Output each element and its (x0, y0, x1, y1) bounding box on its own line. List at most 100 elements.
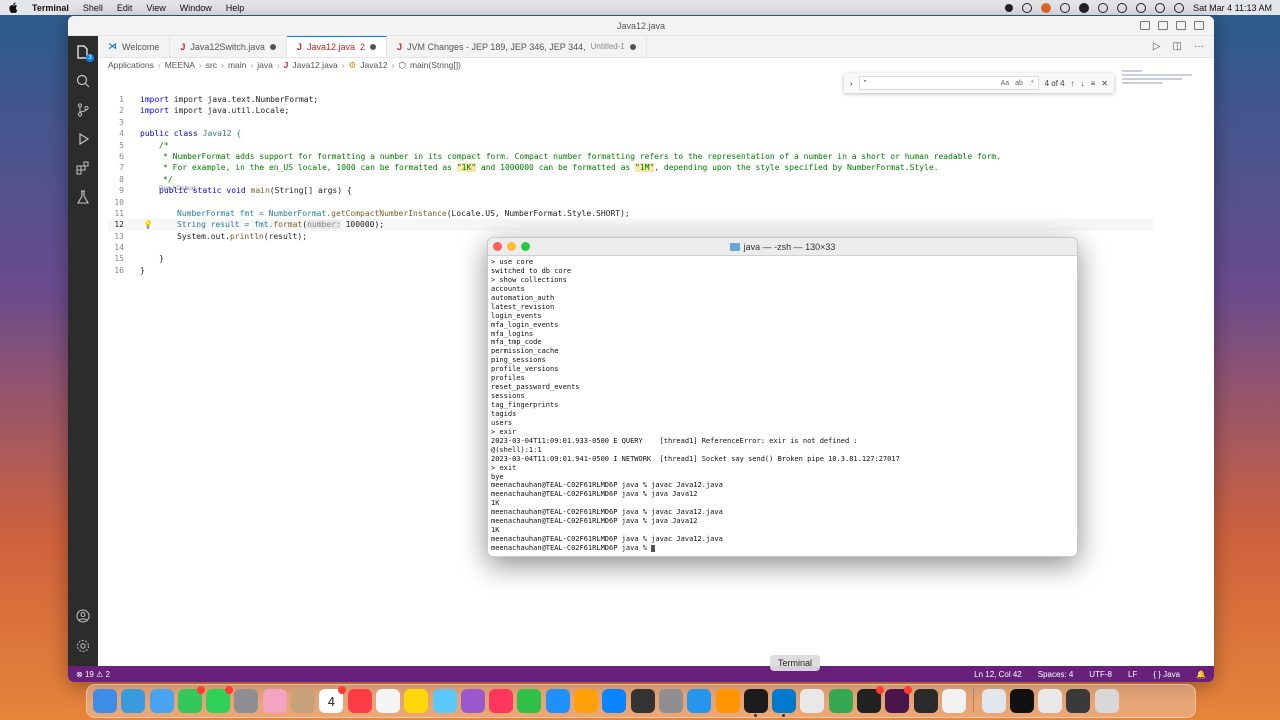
finder-icon[interactable] (93, 689, 117, 713)
menu-shell[interactable]: Shell (83, 3, 103, 13)
chrome-icon[interactable] (828, 689, 853, 713)
breadcrumb-item[interactable]: src (206, 60, 217, 70)
more-actions-icon[interactable]: ··· (1194, 41, 1204, 52)
encoding-status[interactable]: UTF-8 (1089, 670, 1112, 679)
status-app-icon[interactable] (1079, 2, 1090, 13)
pages-icon[interactable] (574, 689, 599, 713)
tab-java12[interactable]: J Java12.java 2 (286, 36, 387, 57)
terminal-window[interactable]: java — -zsh — 130×33 > use core switched … (487, 237, 1078, 557)
photos-icon[interactable] (262, 689, 287, 713)
breadcrumb-item[interactable]: Applications (108, 60, 154, 70)
monitor-icon[interactable] (913, 689, 938, 713)
indentation-status[interactable]: Spaces: 4 (1038, 670, 1074, 679)
breadcrumb-item[interactable]: java (257, 60, 273, 70)
tab-java12switch[interactable]: J Java12Switch.java (170, 36, 287, 57)
close-window-button[interactable] (493, 242, 502, 251)
contacts-icon[interactable] (291, 689, 316, 713)
notifications-bell-icon[interactable]: 🔔 (1196, 670, 1206, 679)
messages-icon[interactable] (206, 686, 234, 713)
toggle-sidebar-icon[interactable] (1140, 21, 1150, 30)
run-java-icon[interactable]: ▷ (1153, 41, 1161, 52)
cloud-app-icon[interactable] (1041, 2, 1052, 13)
find-input-value[interactable]: " (864, 79, 995, 88)
quicktime-icon[interactable] (630, 689, 655, 713)
window-thumb-1-icon[interactable] (1009, 689, 1034, 713)
home-icon[interactable] (715, 689, 740, 713)
menubar-clock[interactable]: Sat Mar 4 11:13 AM (1193, 3, 1272, 13)
vpn-icon[interactable] (1022, 2, 1033, 13)
launchpad-icon[interactable] (234, 689, 259, 713)
facetime-icon[interactable] (177, 686, 205, 713)
breadcrumb-item[interactable]: MEENA (165, 60, 195, 70)
accounts-icon[interactable] (75, 608, 91, 624)
previous-match-icon[interactable]: ↑ (1071, 79, 1075, 88)
breadcrumb-item[interactable]: Java12.java (292, 60, 337, 70)
intellij-icon[interactable] (857, 686, 885, 713)
news-icon[interactable] (489, 689, 514, 713)
app-store-icon[interactable] (602, 689, 627, 713)
freeform-icon[interactable] (432, 689, 457, 713)
source-control-icon[interactable] (75, 102, 91, 118)
system-settings-icon[interactable] (658, 689, 683, 713)
tab-jvm-changes[interactable]: J JVM Changes - JEP 189, JEP 346, JEP 34… (387, 36, 647, 57)
find-in-selection-icon[interactable]: ≡ (1091, 79, 1096, 88)
numbers-icon[interactable] (517, 689, 542, 713)
close-find-icon[interactable]: ✕ (1101, 79, 1108, 88)
breadcrumb-item[interactable]: main(String[]) (410, 60, 461, 70)
cursor-position[interactable]: Ln 12, Col 42 (974, 670, 1022, 679)
window-thumb-3-icon[interactable] (1066, 689, 1091, 713)
screen-record-icon[interactable] (1005, 3, 1014, 12)
unsaved-dot-icon[interactable] (370, 44, 376, 50)
terminal-output[interactable]: > use core switched to db core > show coll… (488, 256, 1077, 555)
keynote-icon[interactable] (545, 689, 570, 713)
textedit-icon[interactable] (941, 689, 966, 713)
calendar-icon[interactable]: 4 (319, 686, 347, 713)
documents-folder-icon[interactable] (981, 689, 1006, 713)
run-debug-icon[interactable] (75, 131, 91, 147)
match-case-icon[interactable]: Aa (1001, 80, 1010, 87)
explorer-icon[interactable]: 3 (75, 44, 94, 62)
tab-welcome[interactable]: ⋊ Welcome (98, 36, 171, 57)
unsaved-dot-icon[interactable] (629, 43, 636, 50)
apple-icon[interactable] (8, 2, 18, 13)
manage-gear-icon[interactable] (75, 638, 91, 654)
trash-icon[interactable] (1094, 689, 1119, 713)
mail-icon[interactable] (149, 689, 174, 713)
terminal-prompt-line[interactable]: meenachauhan@TEAL-C02F61RLMD6P java % (491, 544, 1074, 553)
window-thumb-2-icon[interactable] (1038, 689, 1063, 713)
breadcrumb-item[interactable]: main (228, 60, 246, 70)
match-whole-word-icon[interactable]: ab (1015, 80, 1023, 87)
toggle-replace-chevron-icon[interactable]: › (850, 79, 853, 88)
vscode-icon[interactable] (772, 689, 797, 717)
toggle-secondary-sidebar-icon[interactable] (1176, 21, 1186, 30)
podcasts-icon[interactable] (460, 689, 485, 713)
battery-icon[interactable] (1098, 2, 1109, 13)
search-icon[interactable] (1136, 2, 1147, 13)
network-radar-icon[interactable] (800, 689, 825, 713)
terminal-icon[interactable] (743, 689, 768, 717)
testing-icon[interactable] (75, 189, 91, 205)
unsaved-dot-icon[interactable] (269, 43, 276, 50)
toggle-panel-icon[interactable] (1158, 21, 1168, 30)
menu-help[interactable]: Help (226, 3, 245, 13)
slack-icon[interactable] (885, 686, 913, 713)
menu-edit[interactable]: Edit (117, 3, 133, 13)
eol-status[interactable]: LF (1128, 670, 1137, 679)
menu-window[interactable]: Window (180, 3, 212, 13)
next-match-icon[interactable]: ↓ (1081, 79, 1085, 88)
minimize-window-button[interactable] (507, 242, 516, 251)
zoom-window-button[interactable] (521, 242, 530, 251)
breadcrumb-item[interactable]: Java12 (360, 60, 387, 70)
problems-status[interactable]: ⊗ 19 ⚠ 2 (76, 670, 110, 679)
split-editor-icon[interactable]: ◫ (1173, 41, 1182, 52)
menu-view[interactable]: View (146, 3, 165, 13)
customize-layout-icon[interactable] (1194, 21, 1204, 30)
safari-icon[interactable] (121, 689, 146, 713)
language-status[interactable]: { } Java (1153, 670, 1180, 679)
lightbulb-icon[interactable]: 💡 (143, 219, 153, 230)
docker-icon[interactable] (687, 689, 712, 713)
use-regex-icon[interactable]: .* (1029, 80, 1034, 87)
wifi-icon[interactable] (1117, 2, 1128, 13)
extensions-icon[interactable] (75, 160, 91, 176)
play-icon[interactable] (1060, 2, 1071, 13)
